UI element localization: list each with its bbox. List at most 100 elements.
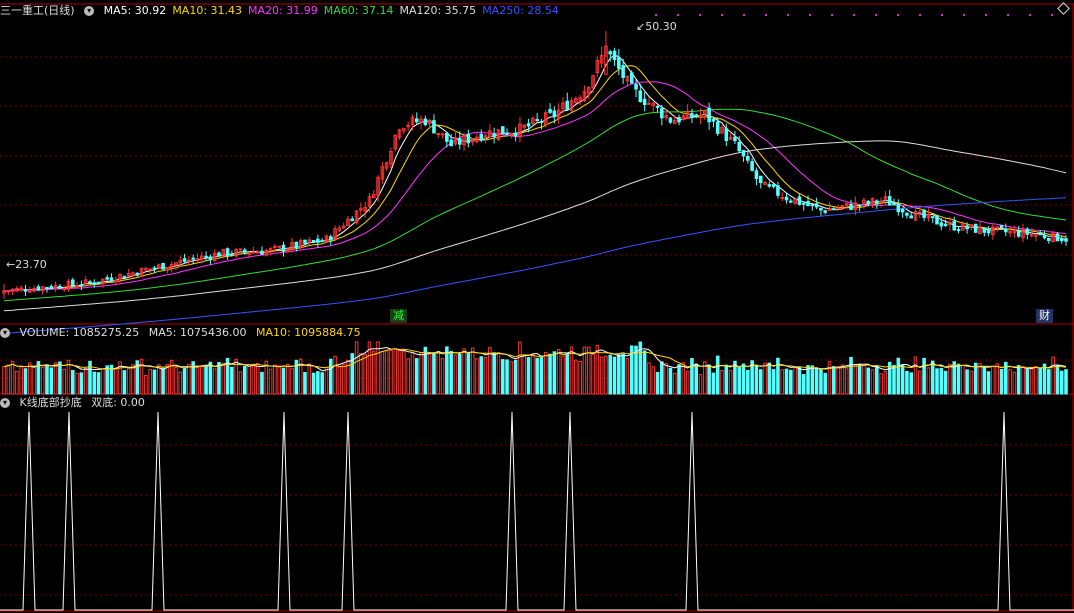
candle-body — [776, 185, 780, 196]
volume-bar — [324, 366, 329, 395]
candle-body — [677, 117, 681, 123]
candle-body — [225, 248, 230, 257]
candle-body — [303, 239, 307, 244]
candle-body — [875, 200, 879, 204]
candle-body — [1025, 228, 1030, 235]
volume-bar — [492, 352, 496, 395]
volume-bar — [935, 368, 939, 395]
volume-bar — [122, 370, 127, 395]
volume-bar — [827, 361, 832, 395]
volume-bar — [991, 365, 995, 395]
candle-body — [273, 245, 277, 248]
volume-bar — [1051, 356, 1055, 395]
volume-bar — [371, 350, 376, 395]
volume-bar — [771, 369, 776, 395]
candle-body — [746, 155, 750, 161]
volume-bar — [694, 363, 699, 395]
volume-bar — [148, 368, 152, 395]
candle-body — [767, 184, 772, 187]
volume-bar — [711, 372, 716, 395]
signal-marker-dot — [743, 14, 745, 16]
candle-body — [526, 123, 531, 127]
candle-body — [1055, 233, 1060, 242]
volume-bar — [789, 369, 793, 395]
candle-body — [36, 286, 41, 291]
volume-bar — [187, 363, 191, 395]
volume-bar — [58, 361, 62, 395]
double-bottom-signal-line — [0, 411, 1074, 611]
candle-body — [217, 252, 221, 257]
peak-price-label: ↙50.30 — [636, 20, 677, 33]
volume-bar — [543, 351, 548, 395]
volume-bar — [307, 363, 312, 395]
volume-bar — [913, 356, 918, 395]
volume-bar — [973, 362, 978, 395]
volume-bar — [810, 365, 815, 395]
volume-bar — [561, 355, 565, 395]
volume-dropdown-icon[interactable]: ▾ — [0, 328, 10, 338]
volume-bar — [414, 358, 419, 395]
volume-bar — [857, 364, 862, 395]
candle-body — [328, 236, 333, 241]
volume-bar — [647, 362, 651, 395]
candle-body — [75, 285, 79, 288]
volume-bar — [918, 370, 922, 395]
volume-bar — [397, 349, 402, 395]
candle-body — [780, 196, 785, 199]
volume-bar — [75, 372, 79, 395]
volume-bar — [832, 366, 836, 395]
volume-bar — [255, 363, 260, 395]
candle-body — [49, 285, 54, 289]
volume-bar — [982, 366, 987, 395]
event-flag-finance[interactable]: 财 — [1036, 309, 1053, 323]
candle-body — [79, 284, 84, 287]
volume-bar — [290, 368, 294, 395]
volume-bar — [853, 364, 858, 395]
volume-bar — [311, 372, 316, 395]
volume-bar — [1025, 368, 1030, 395]
signal-marker-dot — [853, 14, 855, 16]
volume-bar — [518, 341, 522, 395]
volume-bar — [1042, 363, 1047, 395]
dropdown-circle-icon[interactable]: ▾ — [84, 6, 95, 16]
candle-body — [754, 170, 759, 180]
signal-marker-dot — [941, 14, 943, 16]
candle-body — [806, 201, 810, 207]
volume-bar — [660, 361, 664, 395]
volume-bar — [217, 361, 221, 395]
candle-body — [1038, 233, 1042, 236]
volume-bar — [101, 368, 105, 395]
signal-marker-dot — [831, 14, 833, 16]
candle-body — [814, 203, 819, 208]
volume-bar — [814, 367, 819, 395]
volume-bar — [681, 362, 686, 395]
volume-bar — [32, 365, 36, 395]
chart-canvas — [0, 3, 1074, 612]
volume-bar — [956, 363, 961, 395]
volume-bar — [720, 369, 724, 395]
volume-bar — [466, 352, 471, 395]
volume-bar — [79, 372, 84, 395]
volume-bar — [199, 366, 204, 395]
volume-bar — [174, 367, 178, 395]
volume-bar — [230, 366, 234, 395]
signal-marker-dot — [721, 14, 723, 16]
indicator-dropdown-icon[interactable]: ▾ — [0, 398, 10, 408]
volume-bar — [655, 371, 660, 395]
volume-bar — [999, 368, 1004, 395]
volume-bar — [986, 371, 991, 395]
candle-body — [414, 118, 419, 123]
volume-bar — [978, 363, 982, 395]
candle-body — [866, 200, 871, 204]
volume-bar — [690, 357, 694, 395]
volume-bar — [604, 355, 608, 395]
volume-bar — [905, 370, 909, 395]
candle-body — [182, 258, 187, 262]
candle-body — [449, 139, 453, 147]
volume-bar — [793, 366, 797, 395]
candle-body — [440, 133, 445, 136]
volume-bar — [2, 366, 6, 395]
candle-body — [479, 133, 484, 141]
event-flag-reduce[interactable]: 减 — [390, 309, 407, 323]
volume-bar — [672, 372, 677, 395]
